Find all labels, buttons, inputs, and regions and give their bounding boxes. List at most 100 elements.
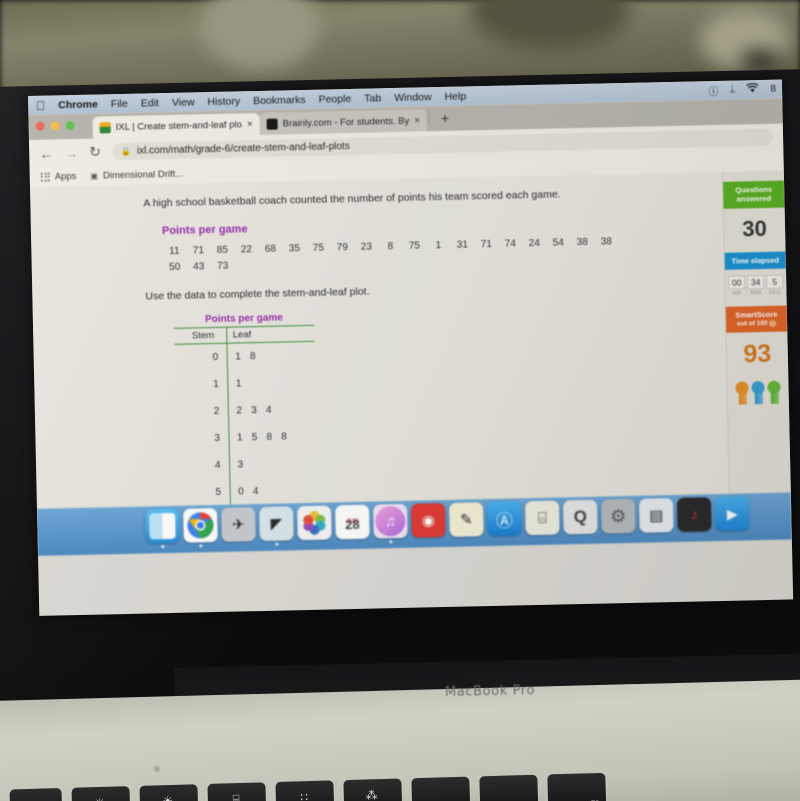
tab-title: Brainly.com - For students. By	[282, 115, 410, 129]
column-header-stem: Stem	[174, 326, 227, 345]
dock-item-keynote-red[interactable]: ◉	[410, 503, 446, 538]
dock-item-launchpad[interactable]: ✈	[221, 507, 256, 542]
key-esc[interactable]: esc	[9, 788, 63, 801]
menu-item-view[interactable]: View	[172, 96, 195, 108]
tab-divider	[428, 109, 431, 124]
battery-percentage[interactable]: 8	[770, 84, 776, 95]
award-ribbons	[727, 378, 789, 405]
tab-title: IXL | Create stem-and-leaf plo	[115, 118, 243, 133]
dock-item-notes[interactable]: ✎	[448, 502, 484, 537]
help-icon[interactable]: ?	[769, 319, 777, 327]
menu-item-bookmarks[interactable]: Bookmarks	[253, 93, 306, 106]
dock-item-finder[interactable]	[145, 508, 180, 549]
maximize-window-button[interactable]	[65, 120, 75, 131]
dock-item-quicktime[interactable]: Q	[562, 499, 598, 535]
dock-running-indicator	[389, 540, 393, 544]
dock-running-indicator	[275, 542, 279, 546]
data-value: 35	[288, 242, 301, 255]
time-unit: MIN	[750, 290, 762, 297]
data-value: 22	[240, 243, 253, 256]
menu-item-tab[interactable]: Tab	[364, 92, 381, 104]
time-elapsed-header: Time elapsed	[724, 251, 786, 270]
dock-item-calendar[interactable]: JUN 28	[335, 504, 370, 540]
key-f2[interactable]: ☀F2	[139, 784, 199, 801]
data-value: 1	[435, 239, 442, 251]
smartscore-sub: out of 100 ?	[736, 319, 777, 328]
key-glyph: ☀	[162, 794, 173, 801]
menu-item-history[interactable]: History	[207, 95, 240, 108]
bookmark-dimensional-drift[interactable]: ▣ Dimensional Drift...	[90, 168, 183, 181]
menu-item-window[interactable]: Window	[394, 91, 432, 104]
data-value: 11	[169, 245, 180, 257]
table-row: 43	[176, 449, 318, 480]
dock-item-app-store[interactable]: Ⓐ	[486, 501, 522, 537]
new-tab-button[interactable]: +	[432, 109, 459, 128]
minimize-window-button[interactable]	[50, 121, 60, 131]
forward-button[interactable]: →	[64, 144, 78, 160]
plot-title: Points per game	[204, 312, 283, 325]
table-row: 3 1 5 8 8	[176, 422, 317, 453]
laptop-screen:  Chrome File Edit View History Bookmark…	[28, 79, 794, 616]
menu-item-help[interactable]: Help	[444, 90, 466, 102]
time-unit: HR	[732, 290, 742, 297]
dock-item-calculator[interactable]: ⌸	[524, 500, 560, 536]
leaf-cell: 1	[235, 378, 245, 390]
key-f3[interactable]: ⌸F3	[207, 782, 267, 801]
dock-item-photos[interactable]	[297, 505, 332, 541]
apple-menu-icon[interactable]: 	[36, 98, 45, 112]
tab-brainly[interactable]: Brainly.com - For students. By ×	[259, 109, 428, 135]
data-value: 43	[193, 260, 205, 273]
table-row: 0 1 8	[174, 341, 315, 372]
data-value: 8	[387, 240, 394, 252]
time-cell: 00 HR	[728, 275, 746, 297]
key-f5[interactable]: ⁂F5	[343, 778, 403, 801]
dock-running-indicator	[199, 544, 203, 548]
window-controls[interactable]	[35, 120, 75, 131]
menu-item-file[interactable]: File	[111, 97, 128, 109]
dock-item-logic[interactable]: ♪	[676, 497, 712, 532]
wifi-icon[interactable]	[746, 82, 759, 96]
close-tab-button[interactable]: ×	[414, 115, 420, 126]
time-unit: SEC	[768, 289, 782, 297]
dock-item-facetime[interactable]: ▶	[714, 496, 750, 532]
dock-item-itunes[interactable]: ♫	[372, 503, 408, 544]
close-tab-button[interactable]: ×	[247, 119, 253, 130]
apps-grid-icon	[40, 172, 50, 182]
stem-cell: 0	[174, 342, 228, 372]
data-value: 71	[480, 238, 493, 250]
leaf-cell: 1 8	[235, 350, 259, 363]
dock-item-system-preferences[interactable]: ⚙	[600, 498, 636, 534]
back-button[interactable]: ←	[39, 145, 53, 161]
time-value: 34	[747, 275, 765, 290]
key-f1[interactable]: ☀F1	[71, 786, 131, 801]
smartscore-value: 93	[743, 339, 772, 369]
bookmark-apps[interactable]: Apps	[40, 170, 77, 182]
key-f4[interactable]: ∷F4	[275, 780, 335, 801]
data-value: 31	[456, 239, 469, 251]
menu-item-people[interactable]: People	[318, 92, 351, 105]
data-value: 75	[312, 242, 325, 254]
stem-cell: 2	[175, 397, 229, 426]
headphones-icon[interactable]: ⓘ	[708, 83, 718, 98]
reload-button[interactable]: ↻	[89, 143, 101, 160]
tab-ixl[interactable]: IXL | Create stem-and-leaf plo ×	[92, 112, 260, 139]
time-value: 5	[766, 274, 784, 290]
key-f7[interactable]: F7	[479, 774, 539, 801]
close-window-button[interactable]	[35, 121, 45, 131]
bluetooth-icon[interactable]: ᛦ	[729, 85, 735, 96]
leaf-cell: 2 3 4	[236, 404, 275, 417]
key-f6[interactable]: F6	[411, 776, 471, 801]
key-f8[interactable]: F8	[547, 772, 607, 801]
menu-item-edit[interactable]: Edit	[141, 97, 159, 109]
stem-cell: 5	[177, 478, 230, 507]
dock-item-preview[interactable]: ▤	[638, 498, 674, 533]
exercise-instruction: Use the data to complete the stem-and-le…	[145, 285, 370, 303]
data-value: 38	[576, 236, 589, 248]
url-text: ixl.com/math/grade-6/create-stem-and-lea…	[136, 140, 350, 157]
dock-item-chrome[interactable]	[183, 507, 218, 548]
smartscore-label: SmartScore	[735, 309, 778, 320]
menu-item-chrome[interactable]: Chrome	[58, 98, 98, 111]
leaf-cell: 1 5 8 8	[236, 431, 291, 444]
data-value: 71	[192, 244, 205, 257]
dock-item-maps[interactable]: ◤	[259, 506, 294, 546]
